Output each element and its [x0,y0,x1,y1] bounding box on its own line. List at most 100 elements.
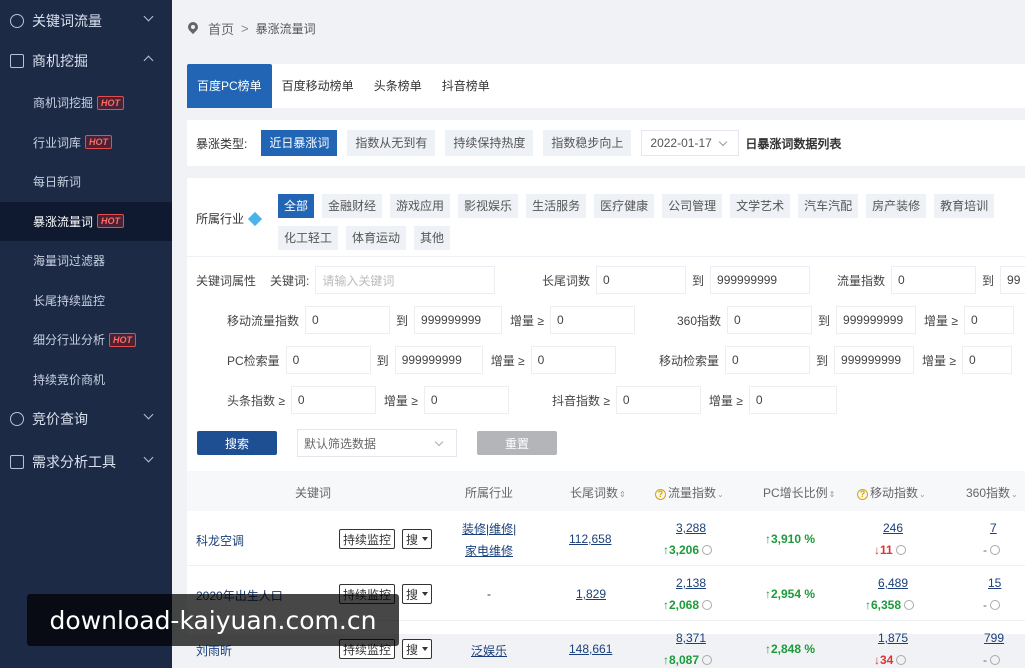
douyin-min-input[interactable]: 0 [615,386,701,414]
surge-type-steady-up[interactable]: 指数稳步向上 [543,130,632,156]
industry-chip[interactable]: 汽车汽配 [798,194,859,218]
industry-chip[interactable]: 其他 [414,226,451,250]
chevron-down-icon [143,11,154,22]
menu-group-opportunity[interactable]: 商机挖掘 [0,40,172,82]
flow-value[interactable]: 2,138 [676,576,706,590]
reset-button[interactable]: 重置 [477,431,557,455]
industry-chip[interactable]: 影视娱乐 [458,194,519,218]
col-pc-growth[interactable]: PC增长比例⇕ [763,484,835,501]
industry-chip[interactable]: 文学艺术 [730,194,791,218]
flow-increment-value: 8,087 [669,653,700,667]
search-dropdown-button[interactable]: 搜 [402,639,433,659]
idx360-inc-input[interactable]: 0 [963,306,1014,334]
menu-group-keyword-flow[interactable]: 关键词流量 [0,0,172,42]
sidebar-item-longtail-monitor[interactable]: 长尾持续监控 [0,281,172,321]
flow-max-input[interactable]: 99 [1000,266,1025,294]
longtail-count[interactable]: 1,829 [576,587,606,601]
menu-group-demand-tools[interactable]: 需求分析工具 [0,441,172,483]
douyin-inc-input[interactable]: 0 [748,386,837,414]
search-button[interactable]: 搜索 [197,431,277,455]
industry-chip[interactable]: 公司管理 [662,194,723,218]
tab-baidu-pc[interactable]: 百度PC榜单 [187,64,272,108]
search-label: 搜 [406,587,419,602]
toutiao-inc-input[interactable]: 0 [423,386,509,414]
search-dropdown-button[interactable]: 搜 [402,529,433,549]
tab-baidu-mobile[interactable]: 百度移动榜单 [272,64,364,108]
surge-type-from-zero[interactable]: 指数从无到有 [347,130,436,156]
industry-chip[interactable]: 教育培训 [934,194,995,218]
longtail-count[interactable]: 148,661 [569,642,612,656]
industry-chip[interactable]: 生活服务 [526,194,587,218]
longtail-max-input[interactable]: 999999999 [710,266,811,294]
pc-search-label: PC检索量 [227,353,280,368]
flow-min-input[interactable]: 0 [891,266,977,294]
mobile-value[interactable]: 246 [883,521,903,535]
idx360-value[interactable]: 7 [990,521,997,535]
to-label: 到 [376,353,389,368]
sidebar-item-segment-analysis[interactable]: 细分行业分析 HOT [0,320,172,360]
idx360-value[interactable]: 799 [984,631,1004,645]
ranking-tabs: 百度PC榜单 百度移动榜单 头条榜单 抖音榜单 [187,64,1025,108]
flow-value[interactable]: 3,288 [676,521,706,535]
sidebar-item-mass-filter[interactable]: 海量词过滤器 [0,241,172,281]
industry-chip[interactable]: 体育运动 [346,226,407,250]
hot-badge: HOT [109,332,137,347]
pc-search-inc-input[interactable]: 0 [530,346,616,374]
mobile-flow-min-input[interactable]: 0 [305,306,391,334]
mobile-flow-max-input[interactable]: 999999999 [414,306,503,334]
sidebar-item-daily-new-words[interactable]: 每日新词 [0,162,172,202]
increment-label: 增量 ≥ [924,313,958,328]
keyword-cell[interactable]: 科龙空调 [196,532,244,549]
col-360[interactable]: 360指数⌄ [966,484,1018,501]
idx360-value[interactable]: 15 [988,576,1001,590]
idx360-min-input[interactable]: 0 [727,306,813,334]
col-longtail[interactable]: 长尾词数⇕ [570,484,626,501]
industry-chip[interactable]: 全部 [278,194,315,218]
industry-link[interactable]: 家电维修 [465,542,513,559]
col-360-label: 360指数 [966,486,1011,500]
breadcrumb-home[interactable]: 首页 [208,19,234,38]
sidebar-item-bidding-opportunity[interactable]: 持续竞价商机 [0,360,172,400]
mobile-value[interactable]: 6,489 [878,576,908,590]
keyword-input[interactable]: 请输入关键词 [315,266,496,294]
industry-chip[interactable]: 房产装修 [866,194,927,218]
pc-search-max-input[interactable]: 999999999 [394,346,483,374]
search-dropdown-button[interactable]: 搜 [402,584,433,604]
tab-douyin[interactable]: 抖音榜单 [432,64,500,108]
date-picker[interactable]: 2022-01-17 [641,130,740,156]
industry-chip[interactable]: 医疗健康 [594,194,655,218]
mobile-search-max-input[interactable]: 999999999 [834,346,915,374]
clock-icon [895,545,906,555]
table-header: 关键词 所属行业 长尾词数⇕ ? 流量指数⌄ PC增长比例⇕ ? 移动指数⌄ 360… [187,471,1025,511]
tab-toutiao[interactable]: 头条榜单 [364,64,432,108]
industry-chip[interactable]: 金融财经 [322,194,383,218]
search-label: 搜 [406,642,419,657]
sidebar-item-opportunity-words[interactable]: 商机词挖掘 HOT [0,83,172,123]
mobile-search-inc-input[interactable]: 0 [961,346,1012,374]
toutiao-min-input[interactable]: 0 [290,386,376,414]
col-mobile[interactable]: ? 移动指数⌄ [857,484,926,501]
pc-search-min-input[interactable]: 0 [285,346,371,374]
flow-value[interactable]: 8,371 [676,631,706,645]
industry-link[interactable]: 装修|维修| [462,520,516,537]
surge-type-sustained[interactable]: 持续保持热度 [445,130,534,156]
mobile-value[interactable]: 1,875 [878,631,908,645]
sidebar-item-label: 持续竞价商机 [33,372,106,387]
mobile-flow-inc-input[interactable]: 0 [549,306,635,334]
default-filter-select[interactable]: 默认筛选数据 [297,429,457,457]
longtail-min-input[interactable]: 0 [596,266,687,294]
industry-link[interactable]: 泛娱乐 [471,642,507,659]
idx360-max-input[interactable]: 999999999 [836,306,917,334]
longtail-count[interactable]: 112,658 [569,532,612,546]
col-flow[interactable]: ? 流量指数⌄ [655,484,724,501]
monitor-button[interactable]: 持续监控 [339,529,396,549]
industry-chip[interactable]: 游戏应用 [390,194,451,218]
industry-chip[interactable]: 化工轻工 [278,226,339,250]
toutiao-filter: 头条指数 ≥ 0 增量 ≥ 0 [227,386,509,414]
sidebar-item-surge-words[interactable]: 暴涨流量词 HOT [0,201,172,241]
surge-type-recent[interactable]: 近日暴涨词 [261,130,338,156]
toutiao-label: 头条指数 ≥ [227,393,285,408]
menu-group-bidding[interactable]: 竞价查询 [0,398,172,440]
sidebar-item-industry-lexicon[interactable]: 行业词库 HOT [0,123,172,163]
mobile-search-min-input[interactable]: 0 [725,346,811,374]
